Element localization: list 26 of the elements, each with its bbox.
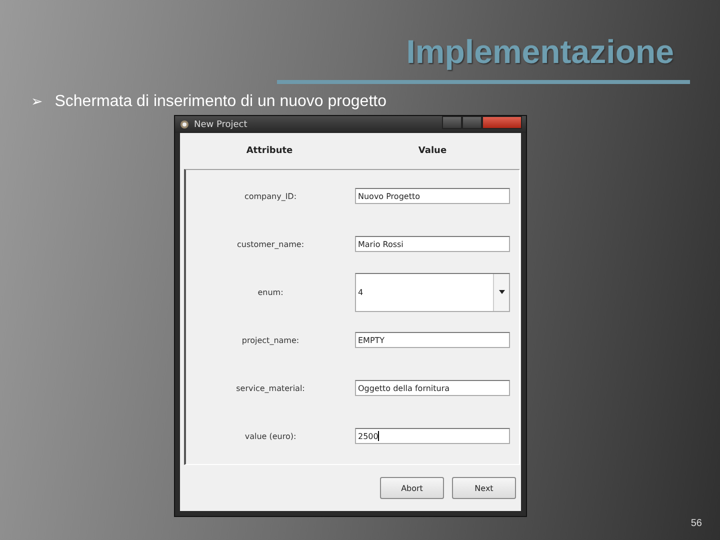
abort-button[interactable]: Abort xyxy=(380,477,444,499)
next-button[interactable]: Next xyxy=(452,477,516,499)
input-field[interactable]: Mario Rossi xyxy=(355,236,510,252)
slide-title: Implementazione xyxy=(406,33,674,71)
input-field[interactable]: EMPTY xyxy=(355,332,510,348)
field-label: company_ID: xyxy=(243,192,298,200)
field-label: customer_name: xyxy=(236,240,306,248)
window-title: New Project xyxy=(194,120,248,130)
dropdown-field[interactable]: 4 xyxy=(355,272,510,312)
column-header: Attribute xyxy=(245,146,294,156)
page-number: 56 xyxy=(690,518,702,529)
maximize-button[interactable] xyxy=(462,116,482,129)
field-label: project_name: xyxy=(240,336,300,344)
input-field[interactable]: 2500 xyxy=(355,428,510,444)
field-label: enum: xyxy=(256,288,284,296)
input-field[interactable]: Oggetto della fornitura xyxy=(355,380,510,396)
dropdown-arrow-icon xyxy=(498,290,504,294)
bullet-text: Schermata di inserimento di un nuovo progetto xyxy=(54,93,386,111)
bullet-arrow: ➢ xyxy=(31,94,43,110)
app-icon xyxy=(179,119,190,130)
input-field[interactable]: Nuovo Progetto xyxy=(355,188,510,204)
field-label: service_material: xyxy=(235,384,306,392)
field-label: value (euro): xyxy=(244,432,298,440)
column-header: Value xyxy=(417,146,448,156)
close-button[interactable] xyxy=(482,116,522,129)
minimize-button[interactable] xyxy=(442,116,462,129)
